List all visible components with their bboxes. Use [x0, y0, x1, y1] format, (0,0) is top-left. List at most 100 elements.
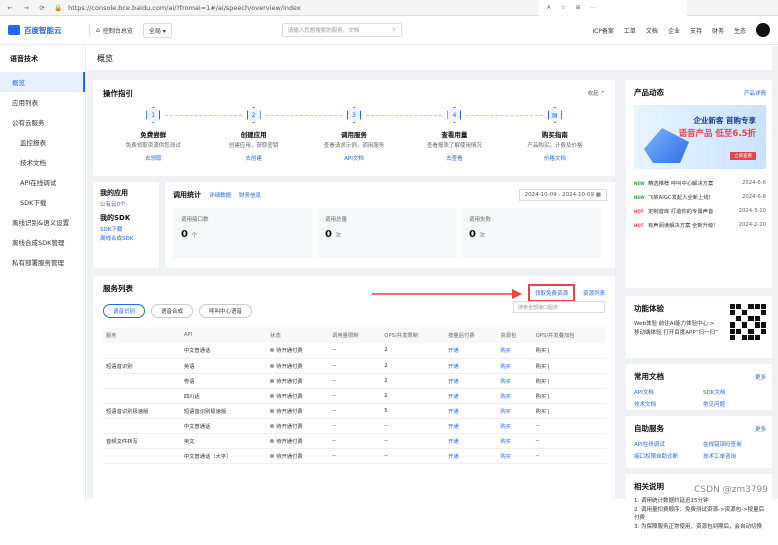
buy-qps-link[interactable]: 购买 | [533, 403, 605, 418]
self-service-link[interactable]: 在线错误码查询 [703, 440, 766, 448]
nav-enterprise[interactable]: 企业 [668, 26, 680, 35]
buy-package-link[interactable]: 购买 [497, 433, 532, 448]
buy-package-link[interactable]: 购买 [497, 403, 532, 418]
step-link[interactable]: API文档 [304, 154, 404, 162]
sidebar-item-monitor[interactable]: 监控报表 [0, 132, 85, 152]
open-link[interactable]: 开通 [445, 448, 497, 463]
self-service-link[interactable]: API在线调试 [634, 440, 697, 448]
buy-package-link[interactable]: 购买 [497, 343, 532, 358]
news-text[interactable]: 精选推荐 呼叫中心解决方案 [648, 179, 738, 187]
url-text[interactable]: https://console.bce.baidu.com/ai/?fromai… [68, 4, 301, 12]
tab-tts[interactable]: 语音合成 [151, 304, 193, 318]
brand-logo[interactable]: 百度智能云 [8, 25, 83, 36]
buy-package-link[interactable]: 购买 [497, 418, 532, 433]
buy-package-link[interactable]: 购买 [497, 388, 532, 403]
avatar[interactable] [756, 23, 770, 37]
service-search-input[interactable]: 搜索全部接口服务 [513, 301, 605, 313]
step-link[interactable]: 去查看 [404, 154, 504, 162]
news-text[interactable]: 定制音库 打造你的专属声音 [648, 207, 735, 215]
docs-more-link[interactable]: 更多 [755, 373, 766, 381]
nav-ticket[interactable]: 工单 [624, 26, 636, 35]
sidebar-item-sdk[interactable]: SDK下载 [0, 192, 85, 212]
reload-icon[interactable]: ⟳ [38, 4, 46, 12]
step-link[interactable]: 去领取 [103, 154, 203, 162]
buy-qps-link[interactable]: -- [533, 418, 605, 433]
table-body: 中文普通话待开通付费--2开通购买购买 |短语音识别英语待开通付费--2开通购买… [103, 343, 605, 463]
buy-qps-link[interactable]: 购买 | [533, 373, 605, 388]
self-service-link[interactable]: 技术工单咨询 [703, 452, 766, 460]
self-more-link[interactable]: 更多 [755, 425, 766, 433]
collapse-button[interactable]: 收起 ^ [588, 89, 605, 97]
news-item[interactable]: NEW精选推荐 呼叫中心解决方案2024-6-6 [634, 179, 766, 187]
step-buy: ▤购买指南产品购买，计费及价格价格文档 [505, 107, 605, 162]
search-icon[interactable]: ⌕ [393, 27, 396, 34]
nav-icp[interactable]: ICP备案 [592, 26, 614, 35]
buy-qps-link[interactable]: 购买 | [533, 343, 605, 358]
open-link[interactable]: 开通 [445, 403, 497, 418]
resource-list-link[interactable]: 资源列表 [583, 284, 605, 302]
date-range-picker[interactable]: 2024-10-09 - 2024-10-09 ▦ [519, 189, 607, 201]
console-home-link[interactable]: ⌂控制台总览 [96, 26, 133, 35]
menu-icon[interactable]: ⋯ [590, 5, 596, 11]
sdk-download-link[interactable]: SDK下载 [100, 225, 152, 233]
nav-ecosystem[interactable]: 生态 [734, 26, 746, 35]
tab-callcenter[interactable]: 呼叫中心语音 [199, 304, 252, 318]
offline-sdk-link[interactable]: 离线合成SDK [100, 234, 152, 242]
tab-asr[interactable]: 语音识别 [103, 304, 145, 318]
open-link[interactable]: 开通 [445, 418, 497, 433]
promo-banner[interactable]: 企业新客 首购专享 语音产品 低至6.5折 立即查看 [634, 105, 766, 169]
buy-package-link[interactable]: 购买 [497, 373, 532, 388]
news-item[interactable]: HOT定制音库 打造你的专属声音2024-3-10 [634, 207, 766, 215]
news-text[interactable]: 飞桨AIGC发起人全新上线! [648, 193, 738, 201]
buy-qps-link[interactable]: 购买 | [533, 358, 605, 373]
sidebar-item-private[interactable]: 私有部署服务管理 [0, 252, 85, 272]
open-link[interactable]: 开通 [445, 343, 497, 358]
news-item[interactable]: HOT有声阅读解决方案 全新升级!2024-2-20 [634, 221, 766, 229]
sidebar-item-overview[interactable]: 概览 [0, 72, 85, 92]
self-service-link[interactable]: 接口权限自助诊断 [634, 452, 697, 460]
nav-support[interactable]: 支持 [690, 26, 702, 35]
news-item[interactable]: NEW飞桨AIGC发起人全新上线!2024-6-6 [634, 193, 766, 201]
sidebar-item-tech-docs[interactable]: 技术文档 [0, 152, 85, 172]
sidebar-item-offline-asr[interactable]: 离线识别&语义设置 [0, 212, 85, 232]
region-select[interactable]: 全局 ▾ [143, 23, 172, 38]
open-link[interactable]: 开通 [445, 373, 497, 388]
finance-info-link[interactable]: 财务信息 [239, 191, 261, 199]
status-dot-icon [270, 454, 274, 458]
step-link[interactable]: 去创建 [203, 154, 303, 162]
claim-free-resource-link[interactable]: 领取免费资源 [528, 284, 575, 302]
open-link[interactable]: 开通 [445, 388, 497, 403]
extensions-icon[interactable]: ⊞ [576, 5, 581, 11]
font-icon[interactable]: A [547, 5, 551, 11]
sidebar-item-offline-tts[interactable]: 离线合成SDK管理 [0, 232, 85, 252]
open-link[interactable]: 开通 [445, 358, 497, 373]
step-link[interactable]: 价格文档 [505, 154, 605, 162]
scrollbar[interactable] [772, 46, 778, 499]
status-text: 待开通付费 [276, 409, 303, 415]
sidebar-item-api-debug[interactable]: API在线调试 [0, 172, 85, 192]
doc-link[interactable]: API文档 [634, 388, 697, 396]
my-app-link[interactable]: 公有云0个 [100, 200, 152, 208]
nav-finance[interactable]: 财务 [712, 26, 724, 35]
back-icon[interactable]: ← [6, 4, 14, 12]
buy-package-link[interactable]: 购买 [497, 448, 532, 463]
buy-qps-link[interactable]: -- [533, 448, 605, 463]
open-link[interactable]: 开通 [445, 433, 497, 448]
detail-data-link[interactable]: 详细数据 [209, 191, 231, 199]
doc-link[interactable]: 常见问题 [703, 400, 766, 408]
sidebar-item-apps[interactable]: 应用列表 [0, 92, 85, 112]
product-detail-link[interactable]: 产品详情 [744, 89, 766, 97]
news-text[interactable]: 有声阅读解决方案 全新升级! [648, 221, 735, 229]
banner-button[interactable]: 立即查看 [730, 152, 756, 160]
buy-qps-link[interactable]: 购买 | [533, 388, 605, 403]
nav-docs[interactable]: 文档 [646, 26, 658, 35]
forward-icon[interactable]: → [22, 4, 30, 12]
doc-link[interactable]: SDK文档 [703, 388, 766, 396]
browser-nav[interactable]: ← → ⟳ [6, 4, 46, 12]
star-icon[interactable]: ☆ [561, 5, 566, 11]
buy-qps-link[interactable]: -- [533, 433, 605, 448]
buy-package-link[interactable]: 购买 [497, 358, 532, 373]
sidebar-item-public-cloud[interactable]: 公有云服务 [0, 112, 85, 132]
doc-link[interactable]: 技术文档 [634, 400, 697, 408]
global-search-input[interactable]: 请输入您想搜索的服务、文档⌕ [282, 23, 402, 37]
